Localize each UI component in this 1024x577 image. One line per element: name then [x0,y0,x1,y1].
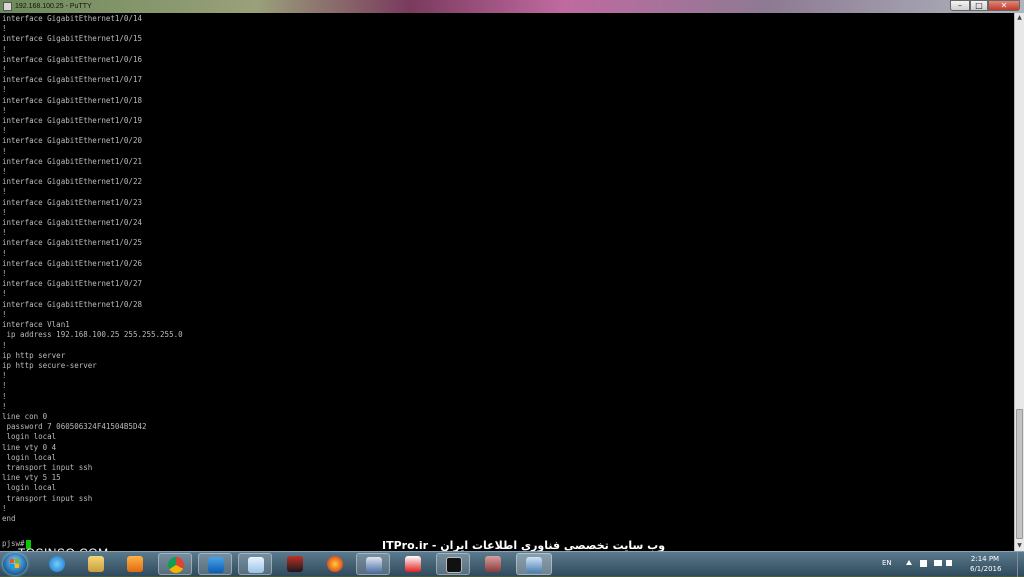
language-indicator[interactable]: EN [882,559,892,567]
terminal-line: ! [2,126,7,136]
terminal-line: interface GigabitEthernet1/0/27 [2,279,142,289]
file-explorer-icon[interactable] [79,553,113,575]
terminal-line: ! [2,167,7,177]
windows-logo-icon [10,559,20,569]
outlook-icon[interactable] [198,553,232,575]
terminal-line: transport input ssh [2,493,93,503]
terminal-line: line con 0 [2,411,48,421]
terminal-line: interface GigabitEthernet1/0/14 [2,14,142,23]
scroll-up-arrow-icon[interactable]: ▲ [1015,13,1024,23]
terminal-line: login local [2,483,57,493]
terminal-line: ! [2,187,7,197]
clock-time: 2:14 PM [970,555,1000,563]
action-center-flag-icon[interactable] [920,560,927,567]
terminal-line: interface GigabitEthernet1/0/17 [2,75,142,85]
notepad-icon[interactable] [238,553,272,575]
terminal-line: line vty 5 15 [2,473,61,483]
scrollbar-thumb[interactable] [1016,409,1023,539]
terminal-line: ip address 192.168.100.25 255.255.255.0 [2,330,183,340]
terminal-line: interface GigabitEthernet1/0/18 [2,95,142,105]
pdf-reader-icon[interactable] [396,553,430,575]
maximize-button[interactable]: □ [970,0,988,11]
terminal-line: ! [2,269,7,279]
terminal-line: ! [2,503,7,513]
window-titlebar[interactable]: 192.168.100.25 - PuTTY – □ ✕ [0,0,1024,13]
terminal-line: ! [2,228,7,238]
terminal-line: login local [2,432,57,442]
internet-explorer-icon[interactable] [40,553,74,575]
terminal-line: ! [2,381,7,391]
window-controls: – □ ✕ [950,0,1020,11]
archive-tool-icon[interactable] [476,553,510,575]
scroll-down-arrow-icon[interactable]: ▼ [1015,541,1024,551]
terminal-line: ip http server [2,350,66,360]
show-hidden-icons-icon[interactable] [906,560,912,565]
clock-date: 6/1/2016 [970,565,1002,573]
terminal-line: ip http secure-server [2,360,97,370]
terminal-line: interface GigabitEthernet1/0/21 [2,156,142,166]
terminal-line: ! [2,391,7,401]
kaspersky-icon[interactable] [278,553,312,575]
terminal-line: ! [2,289,7,299]
terminal-screen[interactable]: interface GigabitEthernet1/0/14! interfac… [0,13,1014,551]
terminal-line: interface GigabitEthernet1/0/22 [2,177,142,187]
terminal-line: ! [2,309,7,319]
terminal-line: interface Vlan1 [2,320,70,330]
terminal-line: ! [2,65,7,75]
terminal-line: ! [2,85,7,95]
putty-taskbar-icon[interactable] [516,553,552,575]
terminal-line: login local [2,452,57,462]
chrome-icon[interactable] [158,553,192,575]
terminal-line: ! [2,401,7,411]
show-desktop-button[interactable] [1017,552,1024,577]
terminal-line: end [2,513,16,523]
terminal-line: ! [2,105,7,115]
putty-app-icon[interactable] [3,2,12,11]
terminal-line: ! [2,146,7,156]
terminal-line: ! [2,371,7,381]
minimize-button[interactable]: – [950,0,970,11]
terminal-line: interface GigabitEthernet1/0/16 [2,54,142,64]
terminal-line: interface GigabitEthernet1/0/15 [2,34,142,44]
terminal-line: interface GigabitEthernet1/0/23 [2,197,142,207]
terminal-line: interface GigabitEthernet1/0/24 [2,218,142,228]
window-title: 192.168.100.25 - PuTTY [15,3,92,10]
terminal-line: interface GigabitEthernet1/0/25 [2,238,142,248]
terminal-line: line vty 0 4 [2,442,57,452]
terminal-line: ! [2,44,7,54]
terminal-line: transport input ssh [2,462,93,472]
network-icon[interactable] [934,560,942,566]
vertical-scrollbar[interactable]: ▲ ▼ [1014,13,1024,551]
network-tool-icon[interactable] [356,553,390,575]
terminal-line: interface GigabitEthernet1/0/28 [2,299,142,309]
close-button[interactable]: ✕ [988,0,1020,11]
terminal-line: interface GigabitEthernet1/0/19 [2,116,142,126]
start-button[interactable] [3,553,27,575]
terminal-line: interface GigabitEthernet1/0/26 [2,258,142,268]
volume-icon[interactable] [946,560,952,566]
terminal-line: ! [2,207,7,217]
command-prompt-icon[interactable] [436,553,470,575]
terminal-line: password 7 060506324F41504B5D42 [2,422,147,432]
firefox-icon[interactable] [318,553,352,575]
terminal-line: interface GigabitEthernet1/0/20 [2,136,142,146]
media-player-icon[interactable] [118,553,152,575]
terminal-line: ! [2,248,7,258]
terminal-output: interface GigabitEthernet1/0/14! interfac… [2,14,183,524]
taskbar: EN 2:14 PM 6/1/2016 [0,551,1024,577]
terminal-line: ! [2,24,7,34]
terminal-line: ! [2,340,7,350]
clock[interactable]: 2:14 PM 6/1/2016 [970,554,1002,574]
